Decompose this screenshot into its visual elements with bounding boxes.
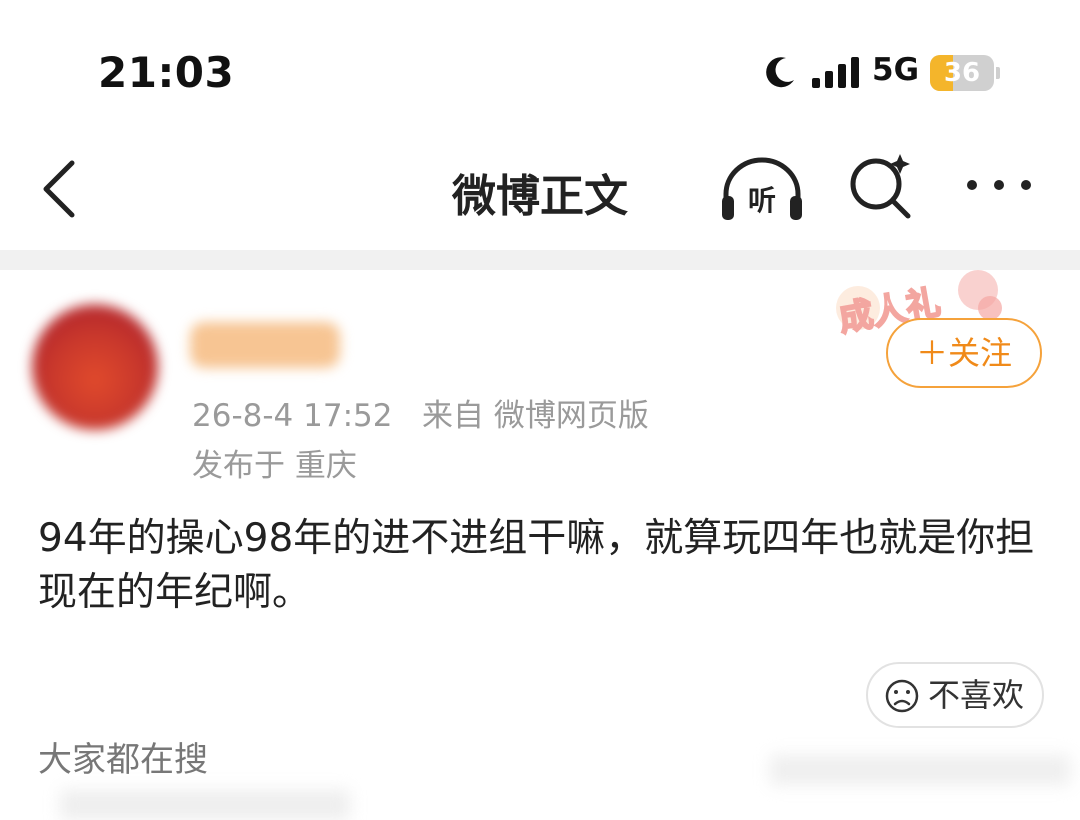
avatar[interactable] bbox=[32, 304, 158, 430]
dislike-button[interactable]: 不喜欢 bbox=[866, 662, 1044, 728]
headphones-listen-icon[interactable]: 听 bbox=[718, 152, 806, 224]
trending-blurred bbox=[770, 755, 1070, 785]
page-title: 微博正文 bbox=[452, 171, 628, 222]
dislike-label: 不喜欢 bbox=[928, 676, 1025, 714]
trending-section-title: 大家都在搜 bbox=[38, 740, 208, 780]
battery-percent: 36 bbox=[943, 58, 981, 88]
post-source: 来自 微博网页版 bbox=[422, 398, 649, 434]
more-horizontal-icon[interactable] bbox=[964, 168, 1034, 202]
battery-indicator: 36 bbox=[930, 55, 994, 91]
post-location: 发布于 重庆 bbox=[192, 448, 357, 484]
battery-tip bbox=[996, 67, 1000, 79]
signal-icon bbox=[812, 57, 859, 88]
post-timestamp: 26-8-4 17:52 bbox=[192, 398, 393, 434]
trending-item-blurred bbox=[60, 790, 350, 820]
post-body: 94年的操心98年的进不进组干嘛，就算玩四年也就是你担现在的年纪啊。 bbox=[38, 516, 1035, 615]
username-blurred[interactable] bbox=[190, 322, 340, 368]
section-divider bbox=[0, 250, 1080, 270]
status-clock: 21:03 bbox=[98, 48, 235, 97]
post-meta-date: 26-8-4 17:52 来自 微博网页版 bbox=[192, 390, 649, 435]
network-type: 5G bbox=[872, 52, 920, 88]
follow-button[interactable]: ＋关注 bbox=[886, 318, 1042, 388]
listen-label: 听 bbox=[748, 184, 776, 217]
moon-icon bbox=[766, 57, 794, 88]
search-sparkle-icon[interactable] bbox=[846, 150, 916, 222]
sad-face-icon bbox=[885, 679, 919, 713]
